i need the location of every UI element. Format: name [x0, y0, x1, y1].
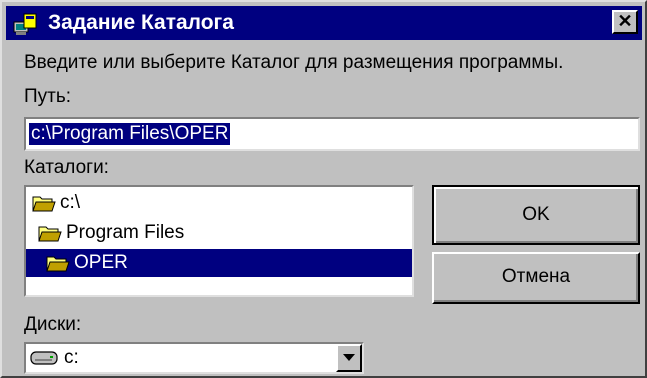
folder-item-oper[interactable]: OPER — [26, 249, 412, 277]
ok-button[interactable]: OK — [432, 185, 640, 245]
folder-item-label: Program Files — [66, 222, 185, 243]
drive-icon — [30, 351, 58, 365]
chevron-down-icon — [343, 354, 355, 361]
folder-item-root[interactable]: c:\ — [26, 189, 412, 217]
open-folder-icon — [32, 196, 56, 212]
drive-dropdown-button[interactable] — [336, 344, 362, 372]
open-folder-icon — [46, 256, 70, 272]
drive-select[interactable]: c: — [24, 342, 364, 374]
path-input-value: c:\Program Files\OPER — [29, 123, 231, 145]
instruction-text: Введите или выберите Каталог для размеще… — [24, 52, 564, 73]
drive-select-value: c: — [64, 347, 79, 368]
folder-item-program-files[interactable]: Program Files — [26, 219, 412, 247]
folders-listbox[interactable]: c:\ Program Files OPER — [24, 185, 414, 297]
folders-label: Каталоги: — [24, 157, 109, 178]
setup-app-icon — [13, 13, 37, 35]
folder-item-label: OPER — [74, 252, 128, 273]
path-label: Путь: — [24, 86, 72, 107]
close-button[interactable]: ✕ — [612, 10, 638, 34]
dialog-window: Задание Каталога ✕ Введите или выберите … — [0, 0, 647, 378]
path-input[interactable]: c:\Program Files\OPER — [24, 117, 640, 151]
window-title: Задание Каталога — [48, 11, 234, 34]
open-folder-icon — [38, 226, 62, 242]
drives-label: Диски: — [24, 314, 82, 335]
title-bar[interactable]: Задание Каталога ✕ — [6, 6, 642, 40]
close-icon: ✕ — [617, 11, 633, 31]
cancel-button[interactable]: Отмена — [432, 252, 640, 304]
folder-item-label: c:\ — [60, 192, 81, 213]
